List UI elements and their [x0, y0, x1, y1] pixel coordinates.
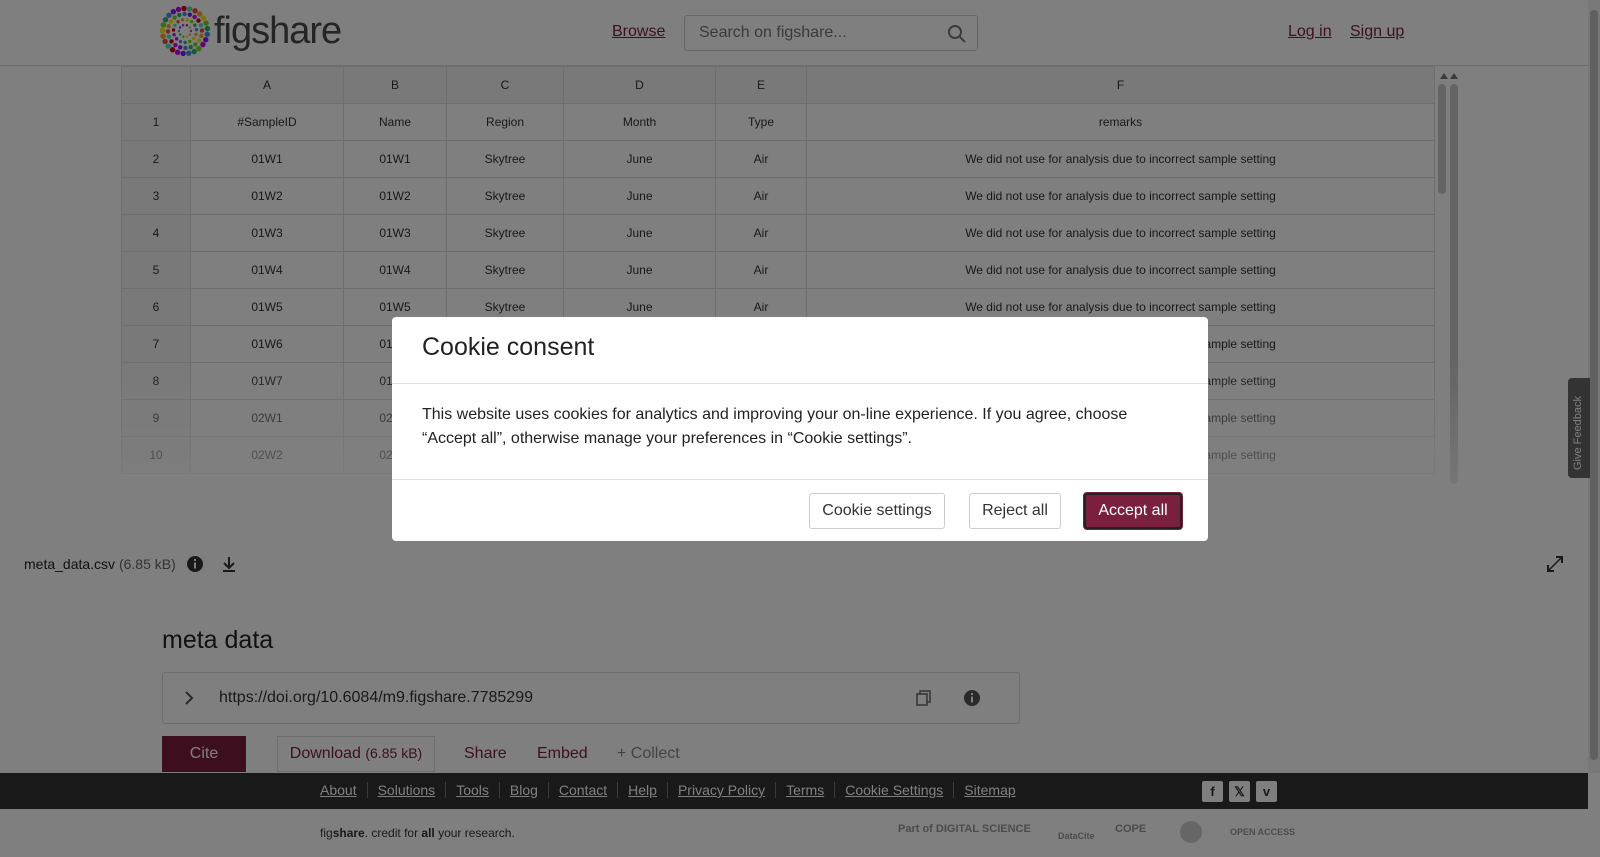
cookie-consent-dialog: Cookie consent This website uses cookies…	[392, 317, 1208, 541]
divider	[392, 383, 1208, 384]
accept-all-button[interactable]: Accept all	[1084, 493, 1182, 529]
divider	[392, 479, 1208, 480]
reject-all-button[interactable]: Reject all	[969, 493, 1061, 529]
cookie-body: This website uses cookies for analytics …	[422, 406, 1128, 447]
cookie-title: Cookie consent	[422, 333, 595, 361]
cookie-settings-button[interactable]: Cookie settings	[809, 493, 945, 529]
